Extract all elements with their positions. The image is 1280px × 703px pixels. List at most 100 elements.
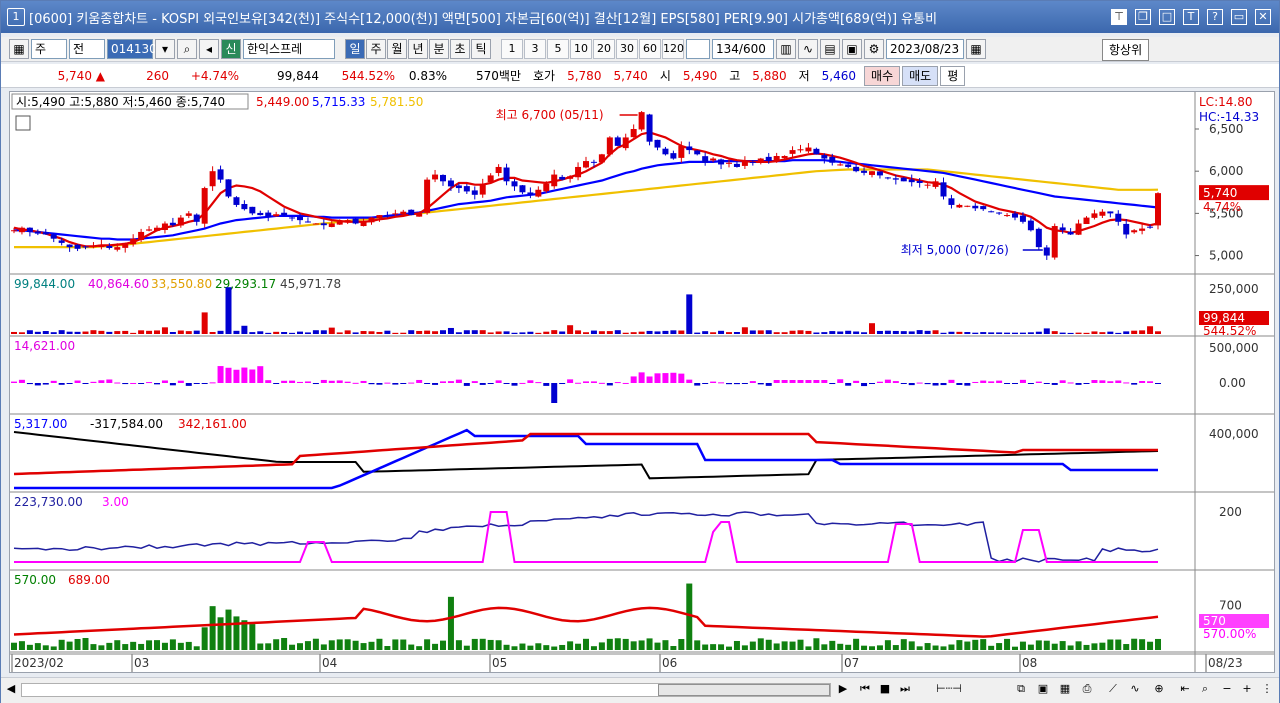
flow-bar xyxy=(424,383,431,384)
plus-icon[interactable]: + xyxy=(1239,681,1255,699)
bottom-bar xyxy=(249,624,256,650)
interval-button[interactable]: 10 xyxy=(570,39,592,59)
bottom-bar xyxy=(98,645,105,650)
calendar-icon[interactable]: ▦ xyxy=(966,39,986,59)
minimize-icon[interactable]: ▭ xyxy=(1231,9,1247,25)
help-icon[interactable]: ? xyxy=(1207,9,1223,25)
fast-forward-icon[interactable]: ⏭ xyxy=(897,681,913,699)
bottom-bar xyxy=(1115,639,1122,650)
sell-button[interactable]: 매도 xyxy=(902,65,939,86)
candle-body xyxy=(241,203,248,210)
interval-custom-input[interactable] xyxy=(686,39,710,59)
period-tab[interactable]: 년 xyxy=(408,39,428,59)
evaluate-button[interactable]: 평 xyxy=(940,65,966,86)
trend-icon[interactable]: ∿ xyxy=(798,39,818,59)
bottom-bar xyxy=(702,644,709,650)
flow-bar xyxy=(543,383,550,386)
maximize-icon[interactable]: □ xyxy=(1159,9,1175,25)
bottom-bar xyxy=(58,639,65,650)
copy-icon[interactable]: ⧉ xyxy=(1013,681,1029,699)
flow-bar xyxy=(1075,383,1082,385)
period-tab[interactable]: 월 xyxy=(387,39,407,59)
flow-bar xyxy=(710,381,717,383)
wave-icon[interactable]: ∿ xyxy=(1127,681,1143,699)
code-dropdown-icon[interactable]: ▾ xyxy=(155,39,175,59)
stock-code-input[interactable]: 014130 xyxy=(107,39,157,59)
flow-bar xyxy=(471,381,478,383)
cursor-icon[interactable]: ⊕ xyxy=(1151,681,1167,699)
period-tab[interactable]: 분 xyxy=(429,39,449,59)
sound-icon[interactable]: ◂ xyxy=(199,39,219,59)
image-icon[interactable]: ▣ xyxy=(1035,681,1051,699)
scroll-left-icon[interactable]: ◀ xyxy=(3,681,19,699)
period-select[interactable]: 주 xyxy=(31,39,67,59)
scroll-right-icon[interactable]: ▶ xyxy=(835,681,851,699)
horizontal-scrollbar[interactable] xyxy=(21,683,831,697)
table-icon[interactable]: ▤ xyxy=(820,39,840,59)
flow-bar xyxy=(1107,381,1114,383)
volume-bar xyxy=(1035,331,1042,334)
flow-bar xyxy=(503,383,510,384)
volume-bar xyxy=(289,332,296,334)
volume-bar xyxy=(638,331,645,334)
bottom-bar xyxy=(527,645,534,650)
trend-icon[interactable]: ⟋ xyxy=(1105,681,1121,699)
print-icon[interactable]: ⎙ xyxy=(1079,681,1095,699)
title-bar[interactable]: 1 [0600] 키움종합차트 - KOSPI 외국인보유[342(천)] 주식… xyxy=(1,1,1279,33)
flow-bar xyxy=(884,379,891,383)
date-field[interactable]: 2023/08/23 xyxy=(886,39,964,59)
interval-button[interactable]: 5 xyxy=(547,39,569,59)
candle-body xyxy=(964,205,971,207)
candle-body xyxy=(1115,213,1122,222)
interval-button[interactable]: 120 xyxy=(662,39,684,59)
interval-button[interactable]: 60 xyxy=(639,39,661,59)
chart-svg[interactable]: 6,5006,0005,5005,000LC:14.80HC:-14.335,7… xyxy=(10,92,1274,672)
chart-settings-button[interactable]: ▦ xyxy=(9,39,29,59)
candle-body xyxy=(1067,231,1074,235)
chart-area[interactable]: 6,500 6,000 5,500 5,000 LC:14.80 HC:-14.33 5,7… xyxy=(9,91,1275,673)
interval-button[interactable]: 1 xyxy=(501,39,523,59)
gear-icon[interactable]: ⚙ xyxy=(864,39,884,59)
ruler-icon[interactable]: ⊢┈⊣ xyxy=(927,681,971,699)
pin-icon[interactable]: ⊤ xyxy=(1111,9,1127,25)
period-tab[interactable]: 일 xyxy=(345,39,365,59)
flow-bar xyxy=(551,383,558,403)
zoom-icon[interactable]: ⌕ xyxy=(1197,681,1213,699)
scroll-thumb[interactable] xyxy=(658,684,830,696)
restore-icon[interactable]: ❐ xyxy=(1135,9,1151,25)
period-tab[interactable]: 주 xyxy=(366,39,386,59)
x-axis-label: 05 xyxy=(492,656,507,670)
volume-current-pct: 544.52% xyxy=(1203,324,1256,338)
arrow-icon[interactable]: ⇤ xyxy=(1177,681,1193,699)
flow-bar xyxy=(1051,383,1058,385)
save-icon[interactable]: ▣ xyxy=(842,39,862,59)
candle-body xyxy=(1012,213,1018,218)
period-tab[interactable]: 틱 xyxy=(471,39,491,59)
buy-button[interactable]: 매수 xyxy=(864,65,901,86)
interval-button[interactable]: 30 xyxy=(616,39,638,59)
volume-bar xyxy=(440,330,446,334)
data-count-field[interactable]: 134/600 xyxy=(712,39,774,59)
period-tab[interactable]: 초 xyxy=(450,39,470,59)
first-icon[interactable]: ⏮ xyxy=(857,681,873,699)
candle-body xyxy=(328,223,335,227)
interval-button[interactable]: 3 xyxy=(524,39,546,59)
font-icon[interactable]: T xyxy=(1183,9,1199,25)
volume-bar xyxy=(455,332,462,334)
candle-body xyxy=(209,171,216,187)
search-icon[interactable]: ⌕ xyxy=(177,39,197,59)
settings-icon[interactable]: ⋮ xyxy=(1259,681,1275,699)
prev-select[interactable]: 전 xyxy=(69,39,105,59)
chart-type-icon[interactable]: ▥ xyxy=(776,39,796,59)
volume-bar xyxy=(34,331,41,334)
candle-body xyxy=(916,180,923,183)
grid-icon[interactable]: ▦ xyxy=(1057,681,1073,699)
candle-body xyxy=(511,181,518,187)
always-on-top-button[interactable]: 항상위 xyxy=(1102,39,1150,61)
stop-icon[interactable]: ■ xyxy=(877,681,893,699)
close-icon[interactable]: ✕ xyxy=(1255,9,1271,25)
volume-ratio: 544.52% xyxy=(341,68,395,83)
minus-icon[interactable]: − xyxy=(1219,681,1235,699)
interval-button[interactable]: 20 xyxy=(593,39,615,59)
bottom-bar xyxy=(638,640,645,650)
